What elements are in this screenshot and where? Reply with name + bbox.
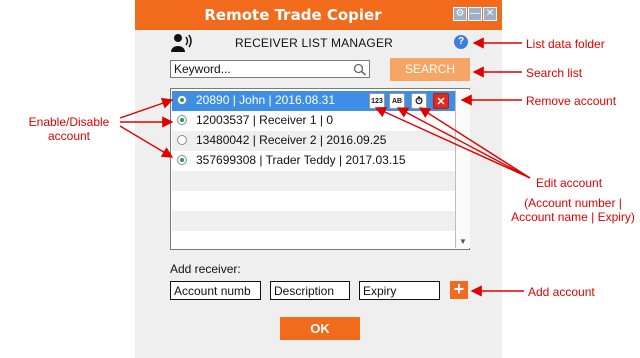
page-title: RECEIVER LIST MANAGER	[235, 36, 394, 50]
plus-icon[interactable]: +	[450, 280, 468, 299]
list-item[interactable]: 20890 | John | 2016.08.31 123 AB ⏱ ✕	[172, 91, 455, 111]
list-item[interactable]: 12003537 | Receiver 1 | 0	[172, 111, 455, 131]
receiver-person-icon	[171, 34, 192, 52]
ok-button[interactable]: OK	[280, 317, 360, 340]
clock-icon[interactable]: ⏱	[411, 93, 427, 109]
close-icon[interactable]: ✕	[483, 7, 497, 21]
empty-row	[172, 171, 455, 191]
annotation-enable-disable: Enable/Disable account	[28, 115, 110, 143]
list-item[interactable]: 13480042 | Receiver 2 | 2016.09.25	[172, 131, 455, 151]
enable-radio[interactable]	[177, 95, 187, 105]
minimize-icon[interactable]: —	[468, 7, 482, 21]
edit-name-button[interactable]: AB	[389, 93, 405, 109]
remove-icon[interactable]: ✕	[433, 93, 449, 109]
empty-row	[172, 191, 455, 211]
annotation-edit-account: Edit account	[536, 176, 603, 190]
search-input[interactable]	[170, 60, 370, 78]
receiver-text: 12003537 | Receiver 1 | 0	[196, 113, 333, 127]
enable-radio[interactable]	[177, 155, 187, 165]
add-receiver-label: Add receiver:	[170, 262, 241, 276]
settings-icon[interactable]: ⚙	[453, 7, 467, 21]
enable-radio[interactable]	[177, 115, 187, 125]
receiver-list[interactable]: 20890 | John | 2016.08.31 123 AB ⏱ ✕ 120…	[170, 88, 470, 250]
description-field[interactable]	[270, 281, 350, 300]
receiver-text: 20890 | John | 2016.08.31	[196, 93, 336, 107]
annotation-search-list: Search list	[526, 66, 583, 80]
receiver-text: 13480042 | Receiver 2 | 2016.09.25	[196, 133, 387, 147]
receiver-text: 357699308 | Trader Teddy | 2017.03.15	[196, 153, 406, 167]
scroll-down-icon[interactable]: ▼	[459, 237, 467, 246]
scrollbar[interactable]: ▼	[455, 90, 470, 248]
dialog-window: Remote Trade Copier ⚙ — ✕ RECEIVER LIST …	[135, 0, 502, 358]
help-icon[interactable]: ?	[454, 35, 468, 49]
enable-radio[interactable]	[177, 135, 187, 145]
annotation-edit-details: (Account number | Account name | Expiry)	[511, 196, 635, 224]
expiry-field[interactable]	[359, 281, 440, 300]
search-icon[interactable]	[353, 63, 367, 76]
window-title: Remote Trade Copier	[204, 6, 382, 24]
title-bar: Remote Trade Copier ⚙ — ✕	[135, 0, 502, 30]
annotation-list-data-folder: List data folder	[526, 37, 605, 51]
search-button[interactable]: SEARCH	[390, 58, 470, 81]
annotation-remove-account: Remove account	[526, 94, 617, 108]
annotation-add-account: Add account	[528, 285, 595, 299]
edit-number-button[interactable]: 123	[369, 93, 385, 109]
list-item[interactable]: 357699308 | Trader Teddy | 2017.03.15	[172, 151, 455, 171]
account-number-field[interactable]	[170, 281, 261, 300]
empty-row	[172, 211, 455, 231]
